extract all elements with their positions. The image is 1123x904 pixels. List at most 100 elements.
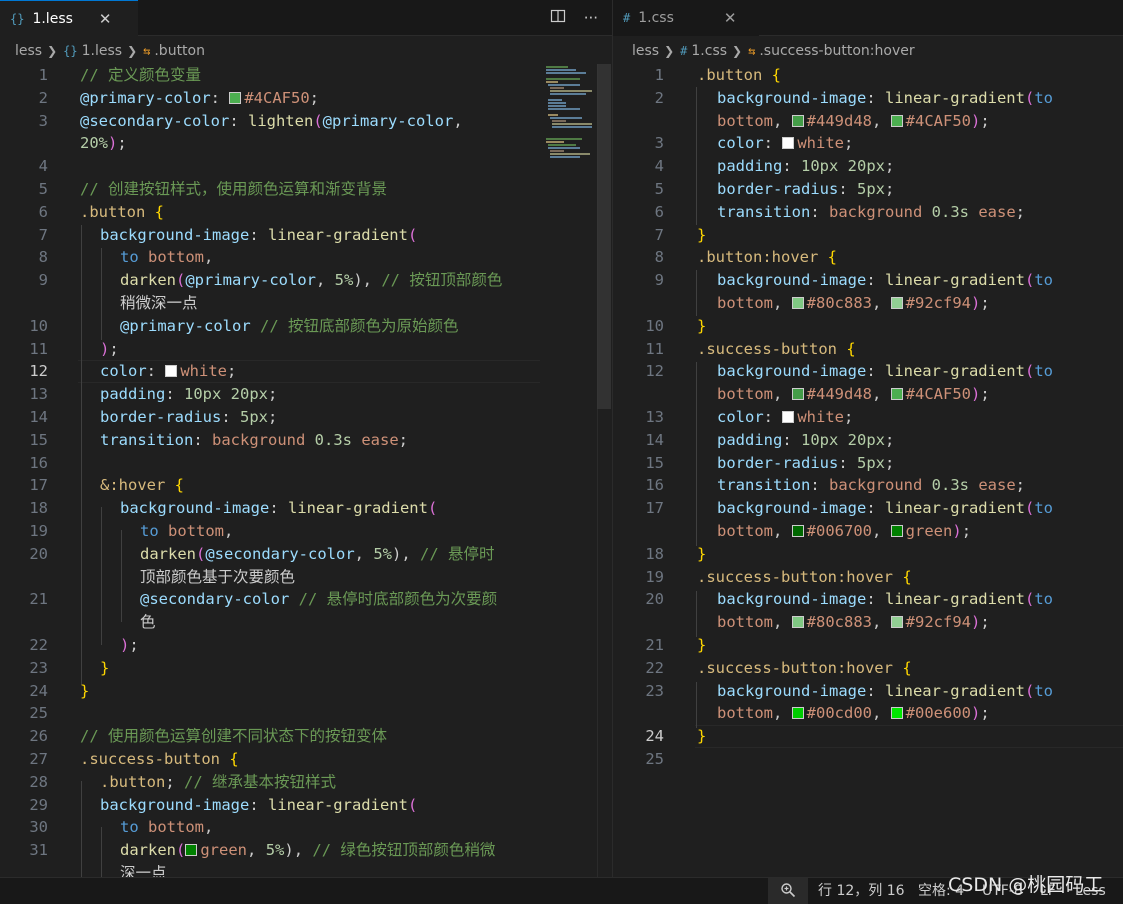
code-line[interactable]: 16 — [0, 452, 596, 475]
color-swatch[interactable] — [791, 525, 804, 537]
code-line[interactable]: 9 background-image: linear-gradient(to — [613, 269, 1123, 292]
code-line[interactable]: 10} — [613, 315, 1123, 338]
code-line[interactable]: 22 .success-button:hover { — [613, 657, 1123, 680]
code-line[interactable]: bottom, #449d48, #4CAF50); — [613, 383, 1123, 406]
code-line[interactable]: 18 background-image: linear-gradient( — [0, 497, 596, 520]
code-line[interactable]: 31 darken(green, 5%), // 绿色按钮顶部颜色稍微 — [0, 839, 596, 862]
code-line[interactable]: 1 .button { — [613, 64, 1123, 87]
color-swatch[interactable] — [165, 365, 178, 378]
code-line[interactable]: 5 border-radius: 5px; — [613, 178, 1123, 201]
color-swatch[interactable] — [791, 616, 804, 629]
code-line[interactable]: bottom, #80c883, #92cf94); — [613, 292, 1123, 315]
close-icon[interactable]: ✕ — [724, 9, 737, 27]
code-line[interactable]: 2 @primary-color: #4CAF50; — [0, 87, 596, 110]
code-line[interactable]: 11 .success-button { — [613, 338, 1123, 361]
code-editor[interactable]: 1 .button {2 background-image: linear-grad… — [613, 64, 1123, 877]
color-swatch[interactable] — [890, 616, 903, 629]
scrollbar-thumb[interactable] — [597, 64, 611, 409]
code-line[interactable]: 29 background-image: linear-gradient( — [0, 794, 596, 817]
code-line[interactable]: 15 border-radius: 5px; — [613, 452, 1123, 475]
code-line[interactable]: 深一点 — [0, 862, 596, 877]
code-line[interactable]: 22); — [0, 634, 596, 657]
code-line[interactable]: 5 // 创建按钮样式，使用颜色运算和渐变背景 — [0, 178, 596, 201]
code-line[interactable]: bottom, #00cd00, #00e600); — [613, 702, 1123, 725]
code-line[interactable]: 23} — [0, 657, 596, 680]
code-line[interactable]: 色 — [0, 611, 596, 634]
code-line[interactable]: 4 — [0, 155, 596, 178]
code-line[interactable]: 11); — [0, 338, 596, 361]
code-line[interactable]: 6 .button { — [0, 201, 596, 224]
code-line[interactable]: 14 border-radius: 5px; — [0, 406, 596, 429]
code-line[interactable]: 稍微深一点 — [0, 292, 596, 315]
code-line[interactable]: 7} — [613, 224, 1123, 247]
color-swatch[interactable] — [791, 388, 804, 401]
close-icon[interactable]: ✕ — [99, 10, 112, 28]
code-line[interactable]: 2 background-image: linear-gradient(to — [613, 87, 1123, 110]
color-swatch[interactable] — [185, 844, 198, 857]
color-swatch[interactable] — [890, 525, 903, 537]
code-line[interactable]: 3 @secondary-color: lighten(@primary-colo… — [0, 110, 596, 133]
code-line[interactable]: 13 padding: 10px 20px; — [0, 383, 596, 406]
color-swatch[interactable] — [229, 91, 242, 104]
code-line[interactable]: 25 — [613, 748, 1123, 771]
code-line[interactable]: 20%); — [0, 132, 596, 155]
more-actions-icon[interactable]: ··· — [584, 9, 598, 27]
code-line[interactable]: 12 background-image: linear-gradient(to — [613, 360, 1123, 383]
zoom-icon[interactable] — [768, 878, 808, 904]
breadcrumb-file[interactable]: 1.css — [691, 43, 727, 59]
breadcrumb-symbol[interactable]: .success-button:hover — [759, 43, 914, 59]
code-line[interactable]: 28 .button; // 继承基本按钮样式 — [0, 771, 596, 794]
code-line[interactable]: 8 .button:hover { — [613, 246, 1123, 269]
code-line[interactable]: bottom, #80c883, #92cf94); — [613, 611, 1123, 634]
color-swatch[interactable] — [782, 137, 795, 150]
code-line[interactable]: 顶部颜色基于次要颜色 — [0, 566, 596, 589]
code-line[interactable]: 8 to bottom, — [0, 246, 596, 269]
minimap[interactable] — [546, 64, 596, 164]
color-swatch[interactable] — [890, 297, 903, 309]
code-line[interactable]: 20 background-image: linear-gradient(to — [613, 588, 1123, 611]
code-line[interactable]: 19 to bottom, — [0, 520, 596, 543]
code-line[interactable]: 3 color: white; — [613, 132, 1123, 155]
color-swatch[interactable] — [890, 388, 903, 401]
code-line[interactable]: bottom, #449d48, #4CAF50); — [613, 110, 1123, 133]
code-line[interactable]: 10 @primary-color // 按钮底部颜色为原始颜色 — [0, 315, 596, 338]
code-line[interactable]: 24} — [0, 680, 596, 703]
color-swatch[interactable] — [791, 114, 804, 127]
code-line[interactable]: 15 transition: background 0.3s ease; — [0, 429, 596, 452]
code-line[interactable]: 9 darken(@primary-color, 5%), // 按钮顶部颜色 — [0, 269, 596, 292]
code-line[interactable]: 17 background-image: linear-gradient(to — [613, 497, 1123, 520]
breadcrumb-folder[interactable]: less — [15, 43, 42, 59]
color-swatch[interactable] — [791, 297, 804, 309]
code-line[interactable]: 18} — [613, 543, 1123, 566]
code-line[interactable]: 24} — [613, 725, 1123, 748]
code-line[interactable]: 26 // 使用颜色运算创建不同状态下的按钮变体 — [0, 725, 596, 748]
code-line[interactable]: 7 background-image: linear-gradient( — [0, 224, 596, 247]
code-line[interactable]: 13 color: white; — [613, 406, 1123, 429]
color-swatch[interactable] — [890, 114, 903, 127]
code-line[interactable]: 4 padding: 10px 20px; — [613, 155, 1123, 178]
code-line[interactable]: 30 to bottom, — [0, 816, 596, 839]
code-line[interactable]: 12 color: white; — [0, 360, 596, 383]
breadcrumb-file[interactable]: 1.less — [82, 43, 122, 59]
tab-1-css[interactable]: # 1.css ✕ — [613, 0, 759, 36]
code-line[interactable]: 6 transition: background 0.3s ease; — [613, 201, 1123, 224]
code-line[interactable]: 27 .success-button { — [0, 748, 596, 771]
code-line[interactable]: 17 &:hover { — [0, 474, 596, 497]
color-swatch[interactable] — [791, 707, 804, 720]
code-line[interactable]: 25 — [0, 702, 596, 725]
code-line[interactable]: bottom, #006700, green); — [613, 520, 1123, 543]
code-line[interactable]: 23 background-image: linear-gradient(to — [613, 680, 1123, 703]
color-swatch[interactable] — [890, 707, 903, 720]
code-line[interactable]: 21 @secondary-color // 悬停时底部颜色为次要颜 — [0, 588, 596, 611]
code-line[interactable]: 14 padding: 10px 20px; — [613, 429, 1123, 452]
code-line[interactable]: 16 transition: background 0.3s ease; — [613, 474, 1123, 497]
code-line[interactable]: 21} — [613, 634, 1123, 657]
code-editor[interactable]: 1 // 定义颜色变量 2 @primary-color: #4CAF50; 3 @sec… — [0, 64, 612, 877]
split-editor-icon[interactable] — [550, 8, 566, 28]
code-line[interactable]: 19 .success-button:hover { — [613, 566, 1123, 589]
breadcrumb-symbol[interactable]: .button — [154, 43, 205, 59]
tab-1-less[interactable]: {} 1.less ✕ — [0, 0, 138, 36]
cursor-position[interactable]: 行 12，列 16 — [818, 878, 905, 904]
breadcrumb-folder[interactable]: less — [632, 43, 659, 59]
code-line[interactable]: 20 darken(@secondary-color, 5%), // 悬停时 — [0, 543, 596, 566]
